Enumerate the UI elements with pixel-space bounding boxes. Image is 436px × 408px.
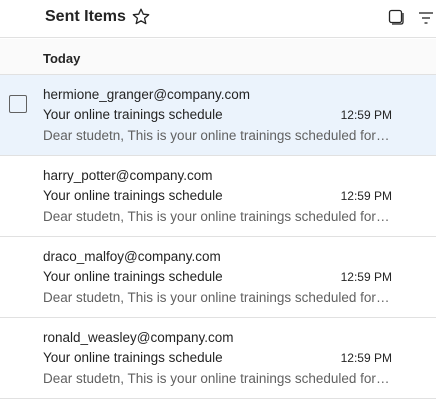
star-icon[interactable] [131, 7, 151, 27]
message-preview: Dear studetn, This is your online traini… [43, 371, 393, 386]
message-preview: Dear studetn, This is your online traini… [43, 128, 393, 143]
message-sender: ronald_weasley@company.com [43, 330, 234, 345]
message-preview: Dear studetn, This is your online traini… [43, 290, 393, 305]
message-sender: hermione_granger@company.com [43, 87, 251, 102]
message-checkbox[interactable] [9, 95, 27, 113]
date-group-header: Today [0, 39, 436, 75]
message-time: 12:59 PM [340, 351, 392, 365]
message-item[interactable]: ronald_weasley@company.com Your online t… [0, 318, 436, 399]
message-item[interactable]: harry_potter@company.com Your online tra… [0, 156, 436, 237]
message-item[interactable]: draco_malfoy@company.com Your online tra… [0, 237, 436, 318]
filter-icon[interactable] [418, 11, 434, 25]
message-sender: draco_malfoy@company.com [43, 249, 221, 264]
select-mode-icon[interactable] [388, 9, 404, 25]
message-time: 12:59 PM [340, 189, 392, 203]
folder-header: Sent Items [0, 0, 436, 38]
message-subject: Your online trainings schedule [43, 188, 223, 203]
message-time: 12:59 PM [340, 270, 392, 284]
message-preview: Dear studetn, This is your online traini… [43, 209, 393, 224]
folder-title: Sent Items [45, 8, 126, 25]
message-subject: Your online trainings schedule [43, 350, 223, 365]
message-subject: Your online trainings schedule [43, 107, 223, 122]
message-item[interactable]: hermione_granger@company.com Your online… [0, 75, 436, 156]
message-time: 12:59 PM [340, 108, 392, 122]
date-group-label: Today [43, 51, 81, 66]
message-subject: Your online trainings schedule [43, 269, 223, 284]
message-sender: harry_potter@company.com [43, 168, 213, 183]
message-list: hermione_granger@company.com Your online… [0, 75, 436, 399]
